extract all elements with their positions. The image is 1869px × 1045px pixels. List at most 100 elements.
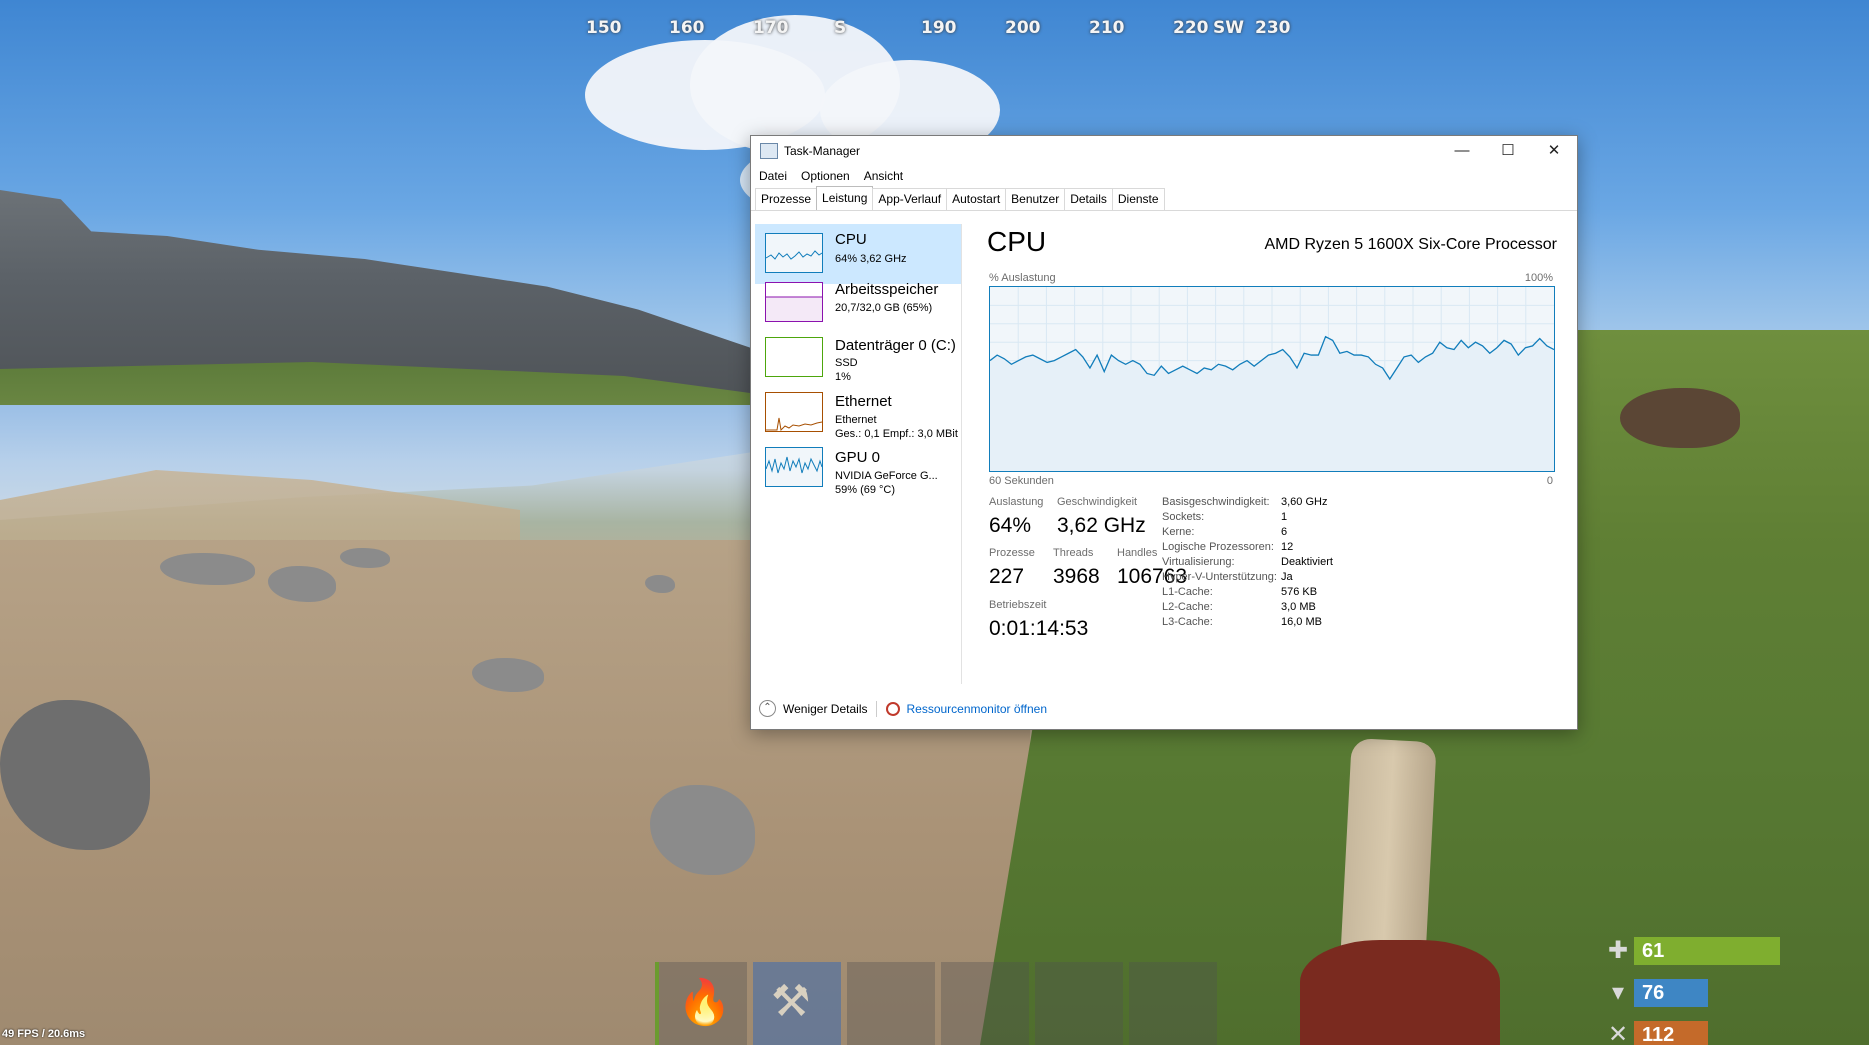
menu-optionen[interactable]: Optionen [801, 166, 850, 186]
compass-label: S [834, 18, 847, 38]
resource-memory[interactable]: Arbeitsspeicher 20,7/32,0 GB (65%) [755, 274, 961, 330]
fewer-details-button[interactable]: Weniger Details [783, 702, 867, 716]
resource-disk-name: Datenträger 0 (C:) [835, 337, 956, 354]
gpu-thumbnail-graph [765, 447, 823, 487]
tab-leistung[interactable]: Leistung [816, 186, 874, 210]
detail-value: 12 [1281, 541, 1294, 553]
tab-app-verlauf[interactable]: App-Verlauf [872, 188, 948, 210]
detail-value: 576 KB [1281, 586, 1318, 598]
boar [1620, 388, 1740, 448]
health-icon: ✚ [1607, 937, 1629, 964]
hotbar-slot-4[interactable] [941, 962, 1029, 1045]
detail-key: Basisgeschwindigkeit: [1162, 496, 1270, 508]
detail-value: 3,0 MB [1281, 601, 1316, 613]
detail-value: Ja [1281, 571, 1293, 583]
task-manager-window: Task-Manager — ☐ ✕ Datei Optionen Ansich… [750, 135, 1578, 730]
health-value: 61 [1634, 937, 1780, 965]
cpu-usage-area [990, 336, 1554, 471]
speed-label: Geschwindigkeit [1057, 496, 1138, 508]
close-button[interactable]: ✕ [1531, 136, 1577, 166]
tab-autostart[interactable]: Autostart [946, 188, 1007, 210]
resource-gpu[interactable]: GPU 0 NVIDIA GeForce G... 59% (69 °C) [755, 442, 961, 502]
detail-key: Hyper-V-Unterstützung: [1162, 571, 1277, 583]
tab-bar: Prozesse Leistung App-Verlauf Autostart … [751, 186, 1577, 211]
detail-key: Logische Prozessoren: [1162, 541, 1274, 553]
ethernet-thumbnail-graph [765, 392, 823, 432]
disk-thumbnail-graph [765, 337, 823, 377]
hotbar-slot-rock[interactable]: ⚒ [753, 962, 841, 1045]
uptime-label: Betriebszeit [989, 599, 1047, 611]
resource-cpu-sub: 64% 3,62 GHz [835, 253, 907, 265]
cpu-thumbnail-graph [765, 233, 823, 273]
compass-label: 210 [1089, 18, 1125, 38]
fork-knife-icon: ✕ [1607, 1021, 1629, 1045]
tab-prozesse[interactable]: Prozesse [755, 188, 818, 210]
graph-y-label: % Auslastung [989, 272, 1056, 284]
task-manager-icon [760, 143, 778, 159]
resource-ethernet[interactable]: Ethernet Ethernet Ges.: 0,1 Empf.: 3,0 M… [755, 386, 961, 442]
tab-benutzer[interactable]: Benutzer [1005, 188, 1066, 210]
processes-label: Prozesse [989, 547, 1035, 559]
resource-ethernet-adapter: Ethernet [835, 414, 877, 426]
detail-key: L2-Cache: [1162, 601, 1213, 613]
menu-bar: Datei Optionen Ansicht [751, 166, 1577, 186]
maximize-button[interactable]: ☐ [1485, 136, 1531, 166]
hotbar-slot-6[interactable] [1129, 962, 1217, 1045]
graph-time-label: 60 Sekunden [989, 475, 1054, 487]
resource-memory-name: Arbeitsspeicher [835, 281, 939, 298]
compass-label: 200 [1005, 18, 1041, 38]
hotbar-slot-5[interactable] [1035, 962, 1123, 1045]
resource-memory-sub: 20,7/32,0 GB (65%) [835, 302, 933, 314]
detail-key: L1-Cache: [1162, 586, 1213, 598]
util-value: 64% [989, 514, 1032, 537]
detail-value: 16,0 MB [1281, 616, 1322, 628]
memory-thumbnail-graph [765, 282, 823, 322]
hotbar-slot-torch[interactable]: 🔥 [655, 962, 747, 1045]
compass-label: 230 [1255, 18, 1291, 38]
resource-gpu-name: GPU 0 [835, 449, 881, 466]
thirst-stat: ▾ 76 [1602, 979, 1708, 1007]
compass-label: 150 [586, 18, 622, 38]
tab-dienste[interactable]: Dienste [1111, 188, 1165, 210]
menu-datei[interactable]: Datei [759, 166, 787, 186]
thirst-value: 76 [1634, 979, 1708, 1007]
cpu-processor-name: AMD Ryzen 5 1600X Six-Core Processor [1264, 236, 1557, 253]
tab-details[interactable]: Details [1064, 188, 1113, 210]
cpu-panel: CPU AMD Ryzen 5 1600X Six-Core Processor… [987, 224, 1557, 684]
menu-ansicht[interactable]: Ansicht [864, 166, 903, 186]
compass-label: 190 [921, 18, 957, 38]
detail-value: 6 [1281, 526, 1288, 538]
compass-label: 160 [669, 18, 705, 38]
detail-value: 1 [1281, 511, 1288, 523]
open-resource-monitor-link[interactable]: Ressourcenmonitor öffnen [906, 702, 1047, 716]
util-label: Auslastung [989, 496, 1044, 508]
processes-value: 227 [989, 565, 1025, 588]
detail-key: Kerne: [1162, 526, 1195, 538]
compass: 150 160 170 S 190 200 210 220 SW 230 [585, 0, 1305, 45]
detail-key: Virtualisierung: [1162, 556, 1235, 568]
resource-monitor-icon [886, 701, 901, 716]
graph-y-max: 100% [1524, 272, 1553, 284]
resource-disk[interactable]: Datenträger 0 (C:) SSD 1% [755, 330, 961, 386]
detail-key: Sockets: [1162, 511, 1205, 523]
minimize-button[interactable]: — [1439, 136, 1485, 166]
health-stat: ✚ 61 [1602, 937, 1780, 965]
uptime-value: 0:01:14:53 [989, 617, 1089, 640]
hotbar-slot-3[interactable] [847, 962, 935, 1045]
window-title: Task-Manager [784, 144, 861, 158]
hunger-stat: ✕ 112 [1602, 1021, 1708, 1045]
resource-disk-type: SSD [835, 357, 858, 369]
torch-icon: 🔥 [677, 978, 732, 1027]
compass-label: 220 [1173, 18, 1209, 38]
resource-ethernet-throughput: Ges.: 0,1 Empf.: 3,0 MBit [835, 428, 958, 440]
detail-value: Deaktiviert [1281, 556, 1333, 568]
title-bar[interactable]: Task-Manager — ☐ ✕ [751, 136, 1577, 166]
hunger-value: 112 [1634, 1021, 1708, 1045]
graph-x-min: 0 [1546, 475, 1553, 487]
water-cup-icon: ▾ [1611, 979, 1625, 1006]
cpu-title: CPU [987, 226, 1047, 257]
detail-key: L3-Cache: [1162, 616, 1213, 628]
fps-counter: 49 FPS / 20.6ms [2, 1028, 86, 1040]
player-hand [1300, 940, 1500, 1045]
handles-label: Handles [1117, 547, 1158, 559]
